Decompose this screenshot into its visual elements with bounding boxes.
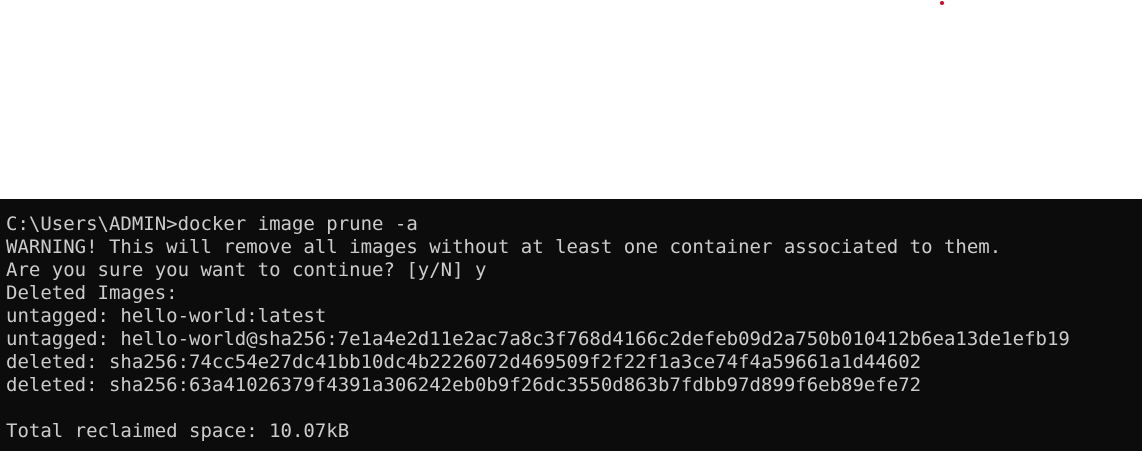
terminal-line-untagged: untagged: hello-world:latest xyxy=(6,305,327,327)
terminal-line-deleted: deleted: sha256:74cc54e27dc41bb10dc4b222… xyxy=(6,351,922,373)
terminal-line-total-reclaimed: Total reclaimed space: 10.07kB xyxy=(6,420,350,442)
red-dot-marker xyxy=(940,1,944,5)
terminal-line-untagged-digest: untagged: hello-world@sha256:7e1a4e2d11e… xyxy=(6,328,1070,350)
screen: C:\Users\ADMIN>docker image prune -a WAR… xyxy=(0,0,1142,451)
terminal-line-confirm-prompt: Are you sure you want to continue? [y/N]… xyxy=(6,259,487,281)
terminal-line-warning: WARNING! This will remove all images wit… xyxy=(6,236,1002,258)
terminal-output[interactable]: C:\Users\ADMIN>docker image prune -a WAR… xyxy=(0,199,1142,443)
terminal-line-command: C:\Users\ADMIN>docker image prune -a xyxy=(6,213,418,235)
terminal-line-deleted: deleted: sha256:63a41026379f4391a306242e… xyxy=(6,374,922,396)
terminal-window[interactable]: C:\Users\ADMIN>docker image prune -a WAR… xyxy=(0,199,1142,451)
terminal-line-deleted-header: Deleted Images: xyxy=(6,282,178,304)
